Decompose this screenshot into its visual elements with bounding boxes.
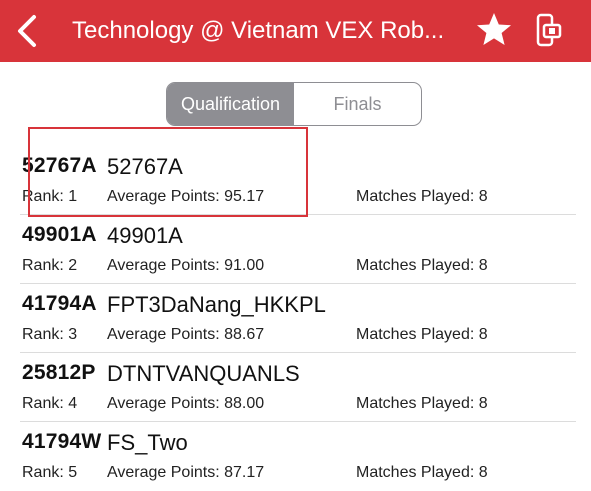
rank-label: Rank: 5 bbox=[22, 464, 78, 481]
segment-finals[interactable]: Finals bbox=[294, 83, 421, 125]
star-icon[interactable] bbox=[475, 11, 513, 49]
team-number: 41794W bbox=[22, 430, 102, 453]
segmented-control: Qualification Finals bbox=[166, 82, 422, 126]
rankings-list: 52767A 52767A Rank: 1 Average Points: 95… bbox=[0, 146, 591, 491]
team-number: 52767A bbox=[22, 154, 97, 177]
ranking-row[interactable]: 41794W FS_Two Rank: 5 Average Points: 87… bbox=[20, 422, 576, 491]
matches-played: Matches Played: 8 bbox=[356, 188, 488, 205]
team-number: 25812P bbox=[22, 361, 96, 384]
rank-label: Rank: 4 bbox=[22, 395, 78, 412]
segment-qualification[interactable]: Qualification bbox=[167, 83, 294, 125]
matches-played: Matches Played: 8 bbox=[356, 395, 488, 412]
ranking-row[interactable]: 49901A 49901A Rank: 2 Average Points: 91… bbox=[20, 215, 576, 284]
page-title: Technology @ Vietnam VEX Rob... bbox=[72, 17, 445, 44]
ranking-row[interactable]: 52767A 52767A Rank: 1 Average Points: 95… bbox=[20, 146, 576, 215]
matches-played: Matches Played: 8 bbox=[356, 326, 488, 343]
rank-label: Rank: 1 bbox=[22, 188, 78, 205]
team-name: FPT3DaNang_HKKPL bbox=[107, 292, 326, 317]
average-points: Average Points: 91.00 bbox=[107, 257, 265, 274]
matches-played: Matches Played: 8 bbox=[356, 257, 488, 274]
average-points: Average Points: 88.00 bbox=[107, 395, 265, 412]
team-number: 41794A bbox=[22, 292, 97, 315]
device-icon[interactable] bbox=[532, 13, 562, 49]
ranking-row[interactable]: 41794A FPT3DaNang_HKKPL Rank: 3 Average … bbox=[20, 284, 576, 353]
rank-label: Rank: 3 bbox=[22, 326, 78, 343]
team-number: 49901A bbox=[22, 223, 97, 246]
average-points: Average Points: 88.67 bbox=[107, 326, 265, 343]
team-name: FS_Two bbox=[107, 430, 188, 455]
team-name: DTNTVANQUANLS bbox=[107, 361, 300, 386]
average-points: Average Points: 87.17 bbox=[107, 464, 265, 481]
nav-header: Technology @ Vietnam VEX Rob... bbox=[0, 0, 591, 62]
average-points: Average Points: 95.17 bbox=[107, 188, 265, 205]
rank-label: Rank: 2 bbox=[22, 257, 78, 274]
back-icon[interactable] bbox=[14, 14, 40, 48]
team-name: 52767A bbox=[107, 154, 183, 179]
ranking-row[interactable]: 25812P DTNTVANQUANLS Rank: 4 Average Poi… bbox=[20, 353, 576, 422]
team-name: 49901A bbox=[107, 223, 183, 248]
matches-played: Matches Played: 8 bbox=[356, 464, 488, 481]
